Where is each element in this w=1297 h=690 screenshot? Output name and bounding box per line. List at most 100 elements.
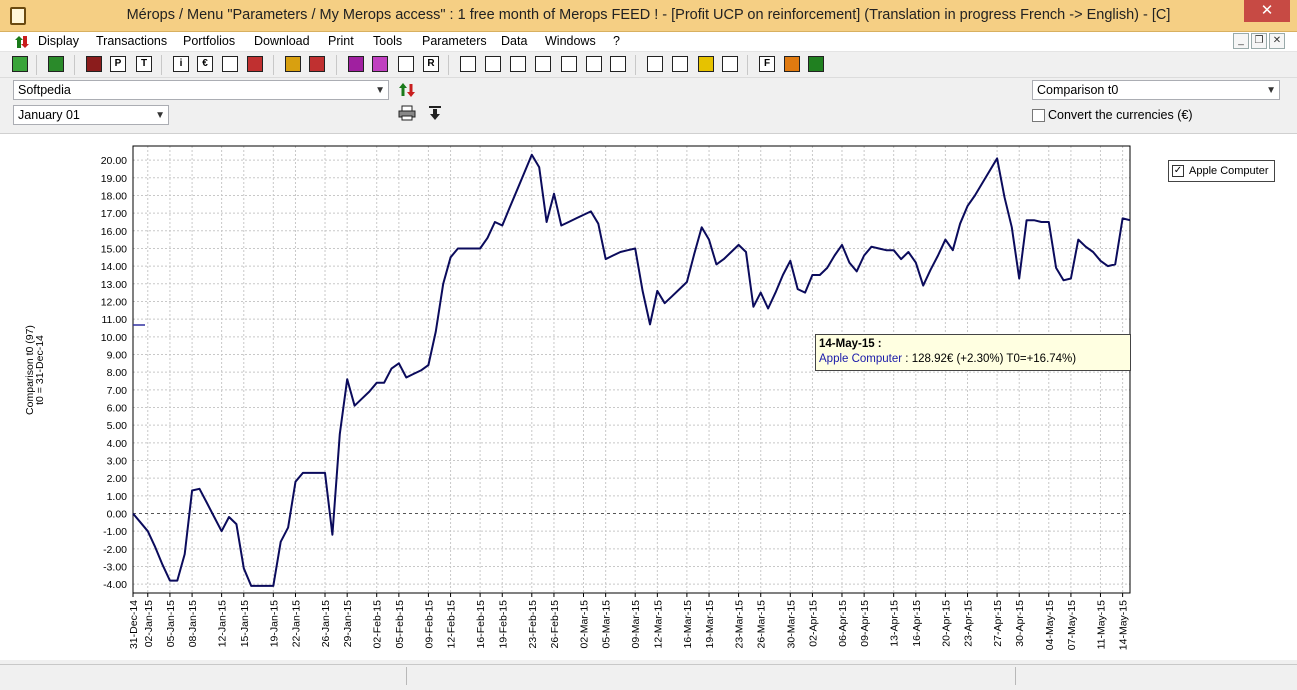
y-tick-label: 1.00 bbox=[107, 491, 128, 503]
comparison-select[interactable]: Comparison t0 ▼ bbox=[1032, 80, 1280, 100]
tooltip-date: 14-May-15 : bbox=[819, 338, 882, 350]
status-divider bbox=[406, 667, 407, 685]
convert-currencies-checkbox[interactable] bbox=[1032, 109, 1045, 122]
printer2-icon[interactable] bbox=[485, 56, 501, 72]
menu-download[interactable]: Download bbox=[254, 34, 310, 48]
window-close-button[interactable]: ✕ bbox=[1244, 0, 1290, 22]
tag-icon[interactable] bbox=[12, 56, 28, 72]
mdi-minimize-button[interactable]: _ bbox=[1233, 33, 1249, 49]
pie-chart-icon[interactable] bbox=[285, 56, 301, 72]
x-tick-label: 14-May-15 bbox=[1118, 600, 1130, 650]
clock-icon[interactable] bbox=[247, 56, 263, 72]
y-tick-label: -2.00 bbox=[103, 544, 127, 556]
picture-icon[interactable] bbox=[561, 56, 577, 72]
x-tick-label: 02-Mar-15 bbox=[578, 600, 590, 649]
sort-icon[interactable] bbox=[398, 56, 414, 72]
x-tick-label: 06-Apr-15 bbox=[837, 600, 849, 647]
chart-legend: ✓ Apple Computer bbox=[1168, 160, 1275, 182]
x-tick-label: 16-Apr-15 bbox=[911, 600, 923, 647]
printer-icon[interactable] bbox=[398, 105, 416, 121]
y-axis-label: t0 = 31-Dec-14 bbox=[34, 335, 46, 405]
chevron-down-icon: ▼ bbox=[375, 85, 385, 96]
portfolio-select-value: Softpedia bbox=[18, 83, 71, 97]
data-point-tooltip: 14-May-15 : Apple Computer : 128.92€ (+2… bbox=[815, 334, 1131, 371]
portfolio-select[interactable]: Softpedia ▼ bbox=[13, 80, 389, 100]
export-icon[interactable] bbox=[48, 56, 64, 72]
title-bar: Mérops / Menu "Parameters / My Merops ac… bbox=[0, 0, 1297, 32]
x-tick-label: 12-Jan-15 bbox=[217, 600, 229, 647]
toolbar-separator bbox=[273, 55, 274, 75]
measure-icon[interactable] bbox=[586, 56, 602, 72]
x-tick-label: 13-Apr-15 bbox=[889, 600, 901, 647]
warning-icon[interactable] bbox=[698, 56, 714, 72]
y-tick-label: 20.00 bbox=[101, 155, 127, 167]
menu-transactions[interactable]: Transactions bbox=[96, 34, 167, 48]
t-icon[interactable]: T bbox=[136, 56, 152, 72]
legend-series-checkbox[interactable]: ✓ bbox=[1172, 165, 1184, 177]
x-tick-label: 30-Apr-15 bbox=[1014, 600, 1026, 647]
bar-chart-icon[interactable] bbox=[309, 56, 325, 72]
chart-area: -4.00 -3.00 -2.00 -1.00 0.00 1.00 2.00 3.00 4.00… bbox=[0, 133, 1297, 660]
toolbar-separator bbox=[635, 55, 636, 75]
menu-parameters[interactable]: Parameters bbox=[422, 34, 487, 48]
x-tick-label: 12-Mar-15 bbox=[652, 600, 664, 649]
comparison-line-chart[interactable]: -4.00 -3.00 -2.00 -1.00 0.00 1.00 2.00 3.00 4.00… bbox=[0, 134, 1297, 661]
x-tick-label: 08-Jan-15 bbox=[187, 600, 199, 647]
shoe-icon[interactable] bbox=[610, 56, 626, 72]
mdi-close-button[interactable]: ✕ bbox=[1269, 33, 1285, 49]
table-icon[interactable] bbox=[510, 56, 526, 72]
x-tick-label: 09-Mar-15 bbox=[630, 600, 642, 649]
date-select[interactable]: January 01 ▼ bbox=[13, 105, 169, 125]
y-tick-label: -4.00 bbox=[103, 579, 127, 591]
toolbar-separator bbox=[336, 55, 337, 75]
sort-icon[interactable] bbox=[399, 82, 415, 98]
bars-purple-icon[interactable] bbox=[348, 56, 364, 72]
list-icon[interactable] bbox=[722, 56, 738, 72]
menu-tools[interactable]: Tools bbox=[373, 34, 402, 48]
check-icon[interactable] bbox=[672, 56, 688, 72]
y-tick-label: 8.00 bbox=[107, 367, 128, 379]
menu-help[interactable]: ? bbox=[613, 34, 620, 48]
printer-icon[interactable] bbox=[460, 56, 476, 72]
download-arrow-icon[interactable] bbox=[428, 105, 442, 121]
f-icon[interactable]: F bbox=[759, 56, 775, 72]
x-tick-label: 15-Jan-15 bbox=[239, 600, 251, 647]
y-tick-label: 4.00 bbox=[107, 438, 128, 450]
calc-icon[interactable] bbox=[647, 56, 663, 72]
info-book-icon[interactable] bbox=[222, 56, 238, 72]
mdi-restore-button[interactable]: ❐ bbox=[1251, 33, 1267, 49]
menu-print[interactable]: Print bbox=[328, 34, 354, 48]
y-tick-label: 11.00 bbox=[102, 314, 128, 326]
p-icon[interactable]: P bbox=[110, 56, 126, 72]
x-tick-label: 09-Feb-15 bbox=[423, 600, 435, 649]
window-title: Mérops / Menu "Parameters / My Merops ac… bbox=[126, 7, 1171, 23]
x-tick-label: 19-Feb-15 bbox=[497, 600, 509, 649]
columns-icon[interactable] bbox=[535, 56, 551, 72]
x-tick-label: 23-Feb-15 bbox=[527, 600, 539, 649]
y-tick-label: 2.00 bbox=[107, 473, 128, 485]
y-tick-label: 12.00 bbox=[101, 296, 127, 308]
bars-purple2-icon[interactable] bbox=[372, 56, 388, 72]
x-tick-label: 12-Feb-15 bbox=[446, 600, 458, 649]
y-tick-label: 16.00 bbox=[101, 226, 127, 238]
toolbar-separator bbox=[161, 55, 162, 75]
grid-icon[interactable] bbox=[808, 56, 824, 72]
y-tick-label: 17.00 bbox=[101, 208, 127, 220]
menu-windows[interactable]: Windows bbox=[545, 34, 596, 48]
r-icon[interactable]: R bbox=[423, 56, 439, 72]
euro-icon[interactable]: € bbox=[197, 56, 213, 72]
y-tick-label: 6.00 bbox=[107, 402, 128, 414]
y-tick-label: 9.00 bbox=[107, 349, 128, 361]
info-icon[interactable]: i bbox=[173, 56, 189, 72]
book-icon[interactable] bbox=[86, 56, 102, 72]
toolbar-separator bbox=[448, 55, 449, 75]
menu-portfolios[interactable]: Portfolios bbox=[183, 34, 235, 48]
x-tick-label: 23-Mar-15 bbox=[734, 600, 746, 649]
sort-arrows-icon[interactable] bbox=[14, 35, 32, 49]
x-tick-label: 23-Apr-15 bbox=[963, 600, 975, 647]
toolbar-separator bbox=[747, 55, 748, 75]
menu-data[interactable]: Data bbox=[501, 34, 527, 48]
x-tick-label: 05-Mar-15 bbox=[601, 600, 613, 649]
menu-display[interactable]: Display bbox=[38, 34, 79, 48]
rss-icon[interactable] bbox=[784, 56, 800, 72]
